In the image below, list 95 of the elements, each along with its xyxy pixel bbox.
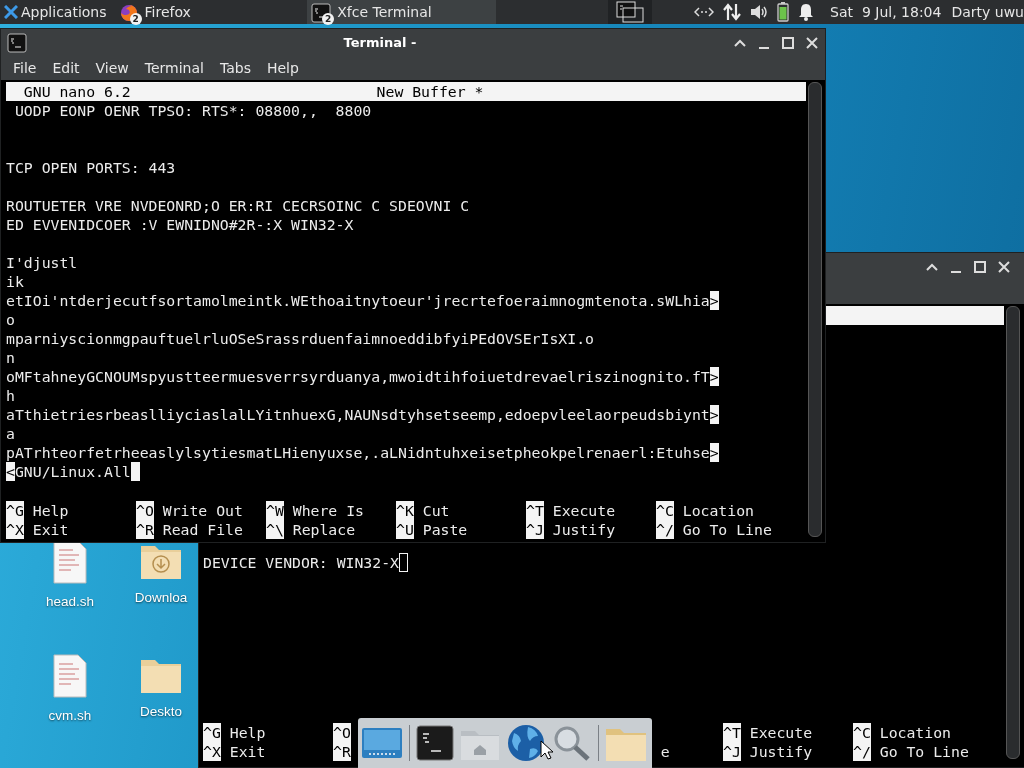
shortcut-label: Where Is xyxy=(292,501,364,520)
menu-item[interactable]: View xyxy=(87,55,137,81)
menu-item[interactable]: File xyxy=(5,55,45,81)
mouse-pointer-icon xyxy=(540,740,554,760)
shortcut-label: Read File xyxy=(162,520,243,539)
menu-item[interactable]: Terminal xyxy=(136,55,212,81)
text-line: pATrhteorfetrheeaslylsytiesmatLHienyuxse,.aLNidntuhxeisetpheokpelrenaerl:Etuhse xyxy=(6,443,710,462)
shortcut-key: ^G xyxy=(6,501,24,520)
shortcut-label: Go To Line xyxy=(682,520,772,539)
shortcut-key: ^C xyxy=(853,723,871,742)
shortcut-label: Replace xyxy=(292,520,356,539)
clock[interactable]: Sat 9 Jul, 18:04 xyxy=(830,1,942,23)
shortcut-label: Cut xyxy=(422,501,450,520)
shortcut-label: Execute xyxy=(552,501,616,520)
terminal-icon xyxy=(311,3,332,23)
text-line: oMFtahneyGCNOUMspyustteermuesverrsyrduanya,mwoidtihfoiuetdrevaelriszinognito.fT xyxy=(6,367,710,386)
shortcut-label: Location xyxy=(879,723,951,742)
shortcut-label: Location xyxy=(682,501,754,520)
terminal-icon xyxy=(7,32,27,53)
maximize-icon[interactable] xyxy=(973,259,987,274)
user-name[interactable]: Darty uwu xyxy=(951,1,1024,23)
shortcut-label: Help xyxy=(229,723,266,742)
text-line: o xyxy=(6,310,15,329)
shortcut-label: Exit xyxy=(32,520,69,539)
shortcut-key: ^K xyxy=(396,501,414,520)
shortcut-label: Justify xyxy=(552,520,616,539)
shortcut-key: ^O xyxy=(136,501,154,520)
text-line: a xyxy=(6,424,15,443)
overflow-marker: < xyxy=(6,462,15,481)
notification-bell-icon[interactable] xyxy=(798,3,815,21)
text-line: aTthietriesrbeaslliyciaslalLYitnhuexG,NAUNsdtyhsetseemp,edoepvleelaorpeudsbiynt xyxy=(6,405,710,424)
volume-icon[interactable] xyxy=(750,4,769,20)
menu-item[interactable]: Edit xyxy=(44,55,88,81)
shortcut-label: Help xyxy=(32,501,69,520)
transfer-arrows-icon[interactable] xyxy=(723,3,742,21)
overflow-marker: > xyxy=(709,291,719,310)
text-line: ROUTUETER VRE NVDEONRD;O ER:RI CECRSOINC C SDEOVNI C xyxy=(6,196,470,215)
text-line: ik xyxy=(6,272,24,291)
globe-icon[interactable] xyxy=(506,723,546,763)
shortcut-key: ^X xyxy=(6,520,24,539)
shortcut-key: ^T xyxy=(526,501,544,520)
text-line: I'djustl xyxy=(6,253,78,272)
shortcut-key: ^U xyxy=(396,520,414,539)
text-line: h xyxy=(6,386,15,405)
shortcut-label: Go To Line xyxy=(879,742,969,761)
network-icon[interactable] xyxy=(694,5,715,19)
menu-item[interactable]: Tabs xyxy=(211,55,259,81)
scrollbar[interactable] xyxy=(808,82,822,537)
shortcut-key: ^R xyxy=(333,742,351,761)
file-name: New Buffer * xyxy=(376,82,484,101)
overflow-marker: > xyxy=(709,405,719,424)
shortcut-key: ^R xyxy=(136,520,154,539)
logo-icon xyxy=(4,5,18,19)
workspace-switcher-icon[interactable] xyxy=(614,1,645,23)
scrollbar[interactable] xyxy=(1006,306,1020,759)
text-line: mparniyscionmgpauftuelrluOSeSrassrduenfaimnoeddibfyiPEdOVSErIsXI.o xyxy=(6,329,594,348)
shortcut-key: ^C xyxy=(656,501,674,520)
close-icon[interactable] xyxy=(997,259,1011,274)
menu-item[interactable]: Help xyxy=(258,55,307,81)
text-line: etIOi'ntderjecutfsortamolmeintk.WEthoaitnytoeur'jrecrtefoeraimnogmtenota.sWLhia xyxy=(6,291,710,310)
overflow-marker: > xyxy=(709,443,719,462)
battery-icon[interactable] xyxy=(777,2,790,22)
shortcut-key: ^G xyxy=(203,723,221,742)
text-line: TCP OPEN PORTS: 443 xyxy=(6,158,176,177)
shortcut-key: ^J xyxy=(526,520,544,539)
shortcut-key: ^\ xyxy=(266,520,284,539)
shortcut-key: ^X xyxy=(203,742,221,761)
shortcut-key: ^O xyxy=(333,723,351,742)
window-title: Terminal - xyxy=(342,33,418,52)
shortcut-key: ^/ xyxy=(853,742,871,761)
count-badge: 2 xyxy=(322,13,335,25)
shortcut-key: ^J xyxy=(723,742,741,761)
shortcut-label: e xyxy=(660,742,670,761)
shortcut-label: Execute xyxy=(749,723,813,742)
text-line: ED EVVENIDCOER :V EWNIDNO#2R-:X WIN32-X xyxy=(6,215,354,234)
shortcut-label: Write Out xyxy=(162,501,243,520)
search-icon[interactable] xyxy=(552,724,592,762)
text-line: DEVICE VENDOR: WIN32-X xyxy=(203,553,399,572)
maximize-icon[interactable] xyxy=(781,35,795,50)
shortcut-label: Justify xyxy=(749,742,813,761)
document-icon[interactable] xyxy=(52,540,88,584)
text-line: n xyxy=(6,348,15,367)
terminal-icon[interactable] xyxy=(416,725,454,761)
text-line: UODP EONP OENR TPSO: RTS*: 08800,, 8800 xyxy=(13,101,372,120)
editor-version: GNU nano 6.2 xyxy=(22,82,132,101)
show-desktop-icon[interactable] xyxy=(361,725,403,761)
close-icon[interactable] xyxy=(805,35,819,50)
shortcut-key: ^W xyxy=(266,501,284,520)
shortcut-label: Paste xyxy=(422,520,468,539)
taskbar-button[interactable]: 2 Firefox xyxy=(114,0,304,24)
taskbar-button[interactable]: 2 Xfce Terminal xyxy=(307,0,496,24)
shortcut-key: ^/ xyxy=(656,520,674,539)
shortcut-key: ^T xyxy=(723,723,741,742)
applications-menu[interactable]: Applications xyxy=(0,0,111,24)
shortcut-label: Exit xyxy=(229,742,266,761)
